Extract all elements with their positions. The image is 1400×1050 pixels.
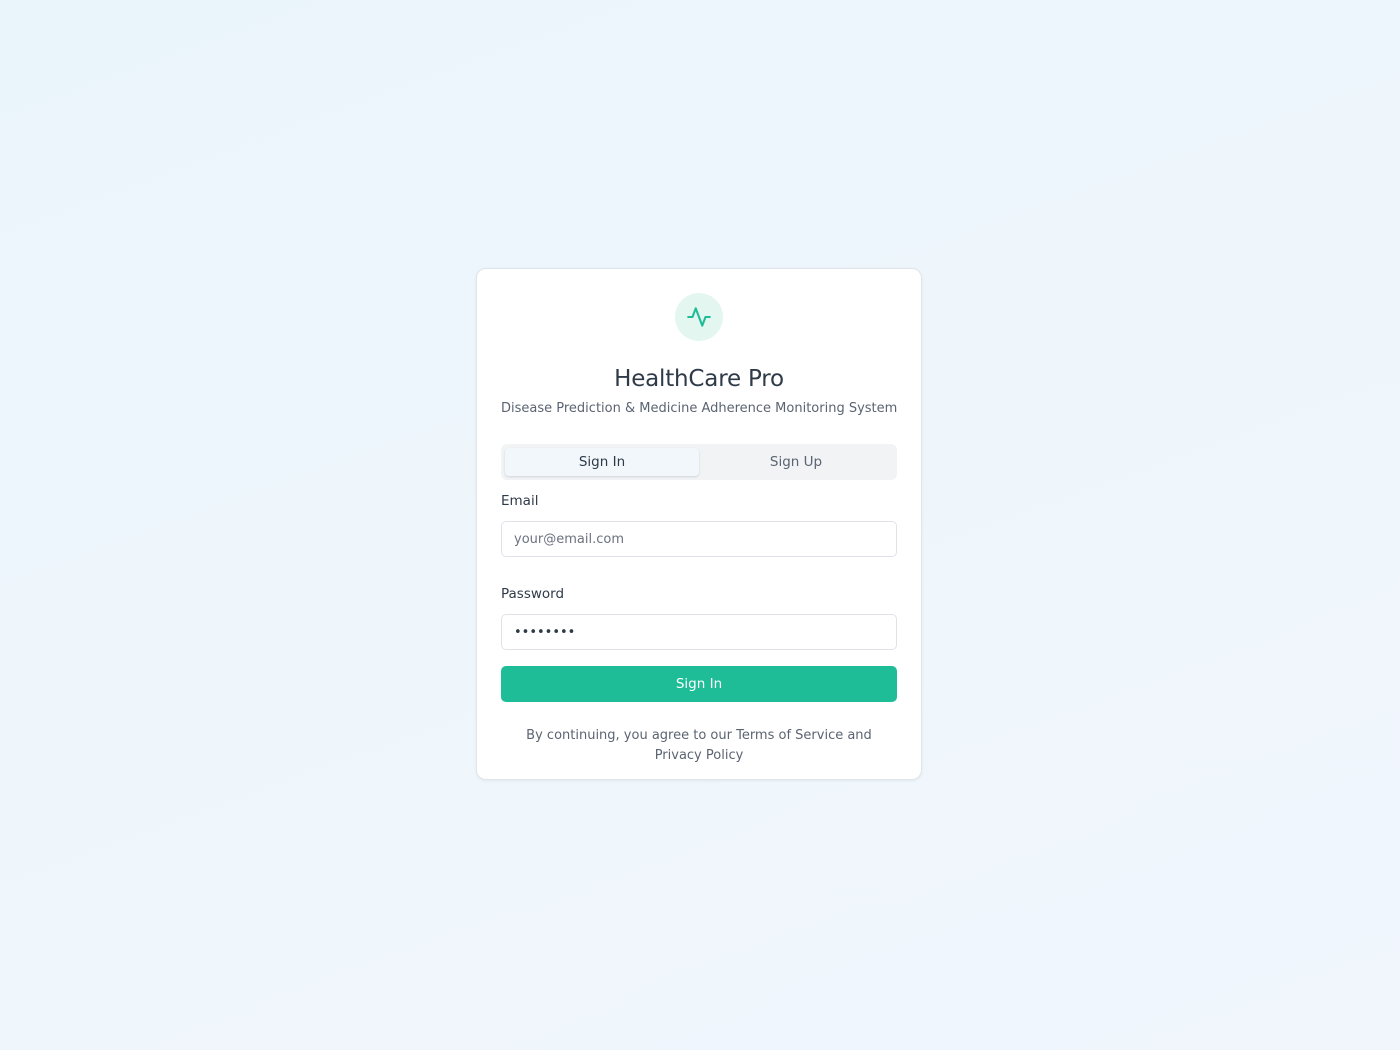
auth-tabs: Sign In Sign Up: [501, 444, 897, 480]
app-subtitle: Disease Prediction & Medicine Adherence …: [501, 401, 898, 416]
password-input[interactable]: [501, 614, 897, 650]
tab-sign-in[interactable]: Sign In: [505, 448, 699, 476]
sign-in-button[interactable]: Sign In: [501, 666, 897, 702]
email-label: Email: [501, 493, 539, 509]
tab-sign-up[interactable]: Sign Up: [699, 448, 893, 476]
auth-card: HealthCare Pro Disease Prediction & Medi…: [476, 268, 922, 780]
logo-badge: [675, 293, 723, 341]
app-title: HealthCare Pro: [614, 366, 784, 392]
password-label: Password: [501, 586, 565, 602]
terms-notice: By continuing, you agree to our Terms of…: [526, 728, 872, 763]
activity-pulse-icon: [687, 307, 711, 327]
email-input[interactable]: [501, 521, 897, 557]
